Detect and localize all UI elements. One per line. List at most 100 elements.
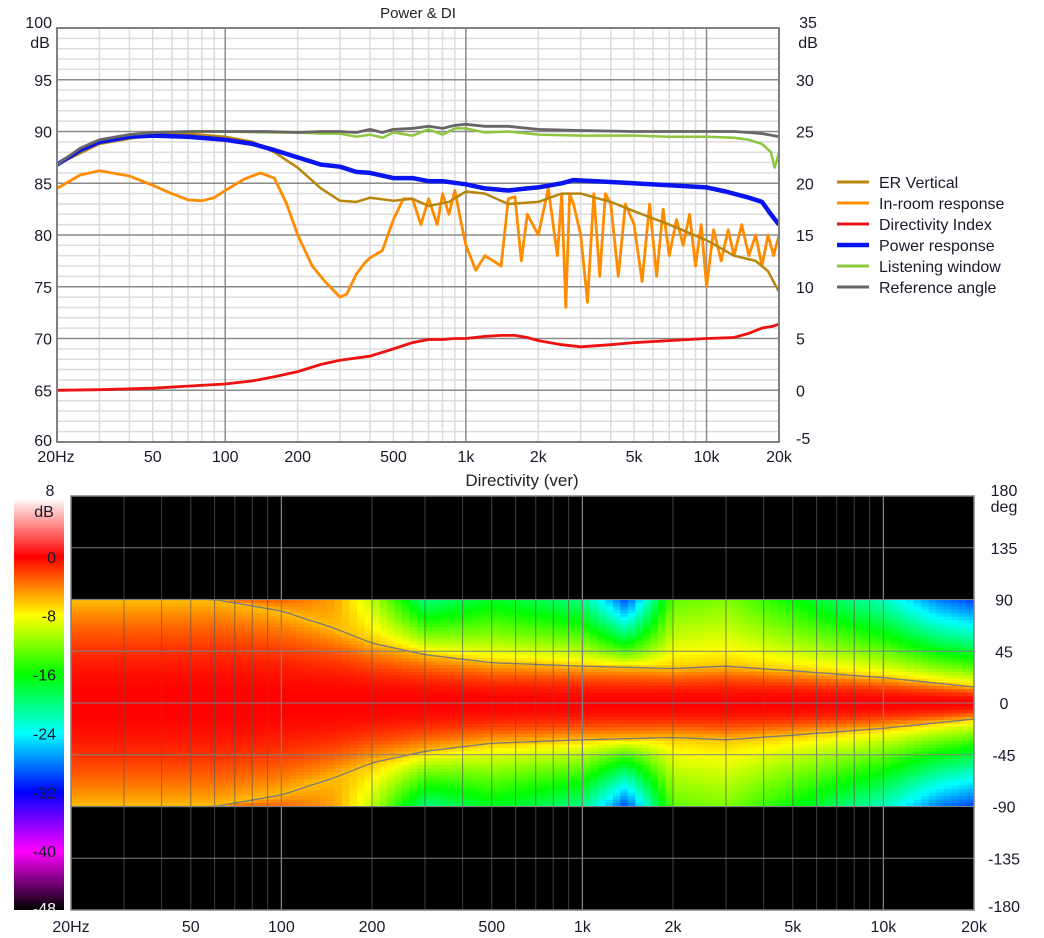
heatmap-cell [627, 668, 636, 673]
heatmap-cell [131, 782, 140, 787]
heatmap-cell [138, 689, 147, 694]
heatmap-cell [447, 685, 456, 690]
heatmap-cell [402, 761, 411, 766]
heatmap-cell [221, 640, 230, 645]
heatmap-cell [138, 765, 147, 770]
heatmap-cell [259, 730, 268, 735]
heatmap-cell [499, 685, 509, 690]
x-tick-label: 20k [766, 449, 793, 466]
heatmap-cell [281, 720, 290, 725]
heatmap-cell [499, 678, 509, 683]
heatmap-cell [560, 740, 569, 745]
heatmap-cell [131, 640, 140, 645]
heatmap-cell [597, 761, 606, 766]
heatmap-cell [424, 696, 433, 701]
heatmap-cell [620, 727, 629, 732]
heatmap-cell [560, 720, 569, 725]
heatmap-cell [635, 768, 644, 773]
heatmap-cell [86, 634, 95, 639]
heatmap-cell [605, 689, 614, 694]
heatmap-cell [86, 609, 95, 614]
heatmap-cell [176, 616, 185, 621]
heatmap-cell [545, 640, 554, 645]
heatmap-cell [582, 772, 591, 777]
heatmap-cell [153, 761, 162, 766]
heatmap-cell [417, 606, 426, 611]
heatmap-cell [552, 640, 561, 645]
heatmap-cell [582, 789, 591, 794]
heatmap-cell [537, 685, 546, 690]
heatmap-cell [545, 630, 554, 635]
heatmap-cell [612, 654, 621, 659]
heatmap-cell [78, 616, 87, 621]
heatmap-cell [605, 678, 614, 683]
heatmap-cell [477, 689, 486, 694]
heatmap-cell [477, 765, 486, 770]
heatmap-cell [71, 747, 80, 752]
heatmap-cell [657, 796, 667, 801]
heatmap-cell [650, 796, 659, 801]
heatmap-cell [447, 789, 456, 794]
heatmap-cell [168, 737, 177, 742]
heatmap-cell [620, 720, 629, 725]
heatmap-cell [93, 744, 102, 749]
heatmap-cell [657, 637, 667, 642]
heatmap-cell [680, 613, 689, 618]
heatmap-cell [439, 665, 448, 670]
heatmap-cell [605, 620, 614, 625]
heatmap-cell [229, 758, 238, 763]
heatmap-cell [372, 796, 381, 801]
heatmap-cell [93, 703, 102, 708]
heatmap-cell [251, 727, 260, 732]
heatmap-cell [462, 782, 471, 787]
heatmap-cell [206, 658, 215, 663]
heatmap-cell [372, 775, 381, 780]
heatmap-cell [101, 734, 110, 739]
heatmap-cell [101, 613, 110, 618]
heatmap-cell [319, 599, 328, 604]
heatmap-cell [326, 709, 335, 714]
heatmap-cell [138, 720, 147, 725]
heatmap-cell [582, 640, 591, 645]
heatmap-cell [221, 675, 230, 680]
heatmap-cell [372, 727, 381, 732]
heatmap-cell [642, 630, 652, 635]
heatmap-cell [71, 703, 80, 708]
heatmap-cell [251, 709, 260, 714]
heatmap-cell [424, 623, 433, 628]
heatmap-cell [123, 730, 132, 735]
heatmap-cell [454, 727, 463, 732]
heatmap-cell [93, 723, 102, 728]
heatmap-cell [379, 637, 388, 642]
heatmap-cell [161, 716, 170, 721]
heatmap-cell [206, 785, 215, 790]
heatmap-cell [499, 737, 509, 742]
heatmap-cell [131, 772, 140, 777]
heatmap-cell [259, 675, 268, 680]
heatmap-cell [673, 703, 682, 708]
heatmap-cell [627, 682, 636, 687]
heatmap-cell [582, 685, 591, 690]
heatmap-cell [101, 606, 110, 611]
heatmap-cell [417, 792, 426, 797]
heatmap-cell [311, 737, 320, 742]
heatmap-cell [560, 678, 569, 683]
heatmap-cell [424, 768, 433, 773]
heatmap-cell [424, 799, 433, 804]
heatmap-cell [319, 682, 328, 687]
heatmap-cell [552, 734, 561, 739]
heatmap-cell [665, 778, 674, 783]
heatmap-cell [206, 775, 215, 780]
heatmap-cell [545, 761, 554, 766]
heatmap-cell [341, 637, 351, 642]
heatmap-cell [657, 758, 667, 763]
heatmap-cell [417, 696, 426, 701]
heatmap-cell [86, 744, 95, 749]
heatmap-cell [552, 599, 561, 604]
heatmap-cell [560, 716, 569, 721]
heatmap-cell [447, 775, 456, 780]
heatmap-cell [341, 765, 351, 770]
heatmap-cell [582, 785, 591, 790]
heatmap-cell [123, 789, 132, 794]
heatmap-cell [364, 744, 373, 749]
